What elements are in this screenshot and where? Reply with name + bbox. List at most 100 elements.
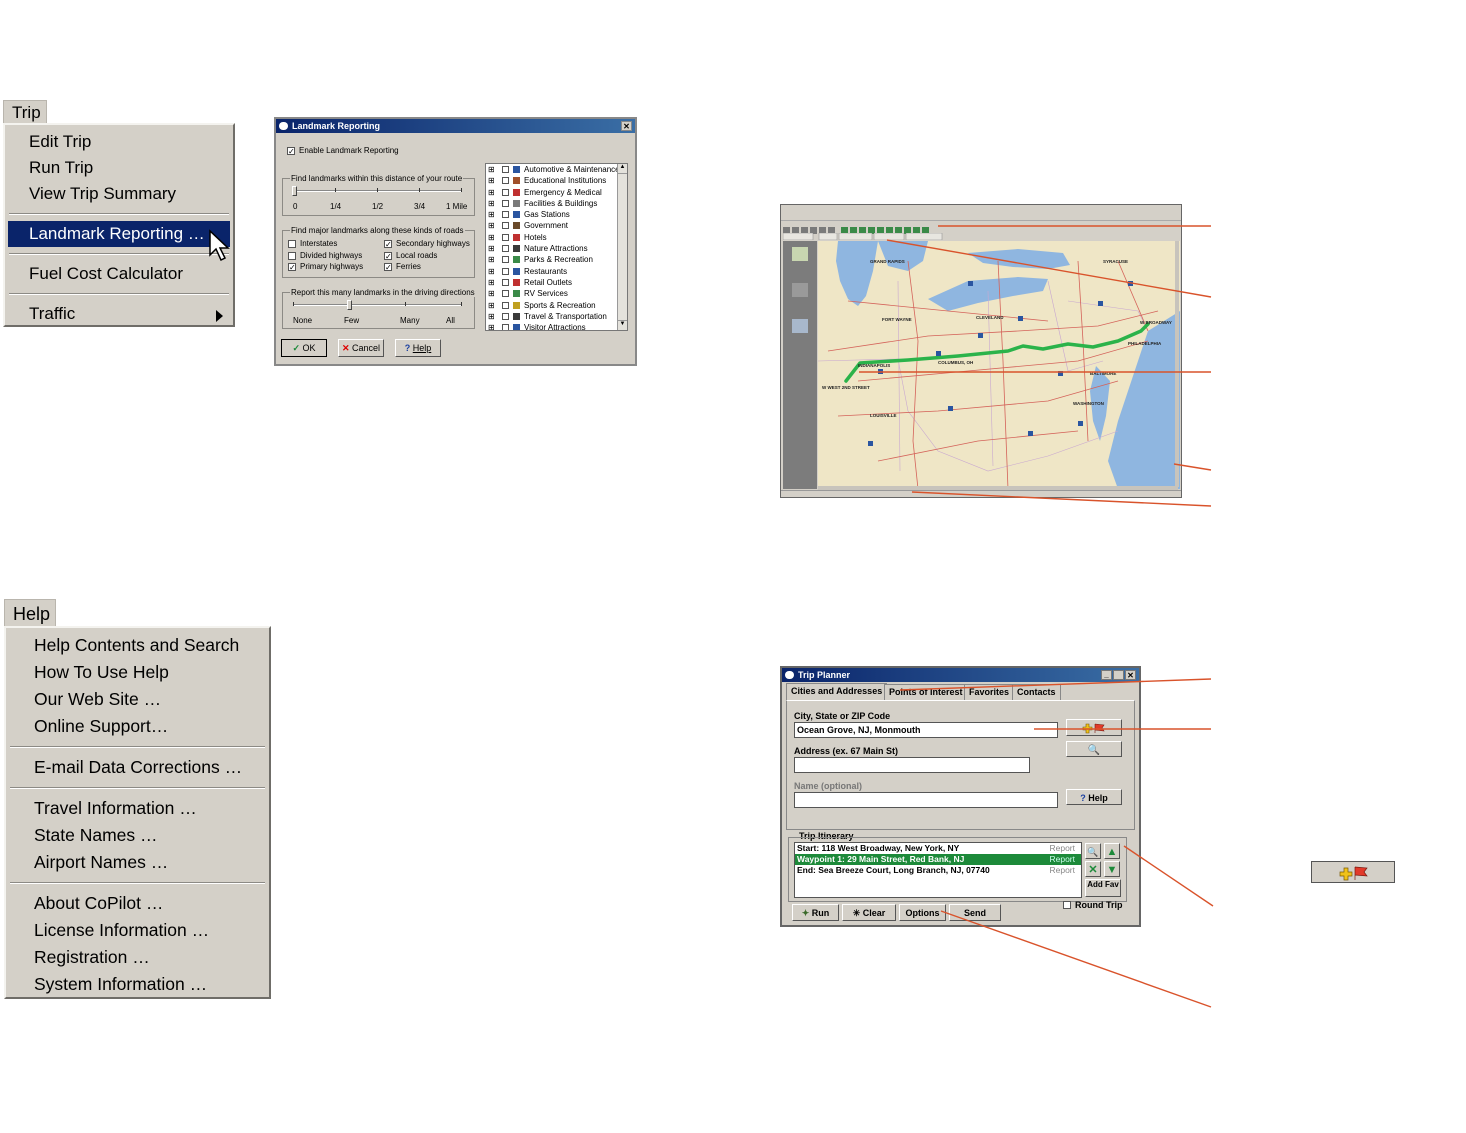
address-input[interactable] bbox=[794, 757, 1030, 773]
category-checkbox[interactable] bbox=[502, 245, 509, 253]
menu-item-license-information[interactable]: License Information … bbox=[6, 917, 269, 944]
list-item[interactable]: ⊞ Automotive & Maintenance bbox=[486, 164, 627, 175]
tab-contacts[interactable]: Contacts bbox=[1012, 684, 1061, 700]
map-tab-strip[interactable] bbox=[782, 232, 943, 241]
menu-item-landmark-reporting[interactable]: Landmark Reporting … bbox=[8, 221, 230, 247]
menu-item-help-contents[interactable]: Help Contents and Search bbox=[6, 632, 269, 659]
zoom-stop-button[interactable]: 🔍 bbox=[1085, 843, 1101, 859]
menu-item-traffic[interactable]: Traffic bbox=[5, 301, 233, 327]
menu-item-travel-information[interactable]: Travel Information … bbox=[6, 795, 269, 822]
category-checkbox[interactable] bbox=[502, 211, 509, 219]
search-button[interactable]: 🔍 bbox=[1066, 741, 1122, 757]
itinerary-row[interactable]: Start: 118 West Broadway, New York, NY Re… bbox=[795, 843, 1081, 854]
minimize-icon[interactable]: _ bbox=[1101, 670, 1112, 680]
menu-item-registration[interactable]: Registration … bbox=[6, 944, 269, 971]
maximize-icon[interactable] bbox=[1113, 670, 1124, 680]
delete-stop-button[interactable]: ✕ bbox=[1085, 861, 1101, 877]
trip-menu-title[interactable]: Trip bbox=[3, 100, 47, 124]
menu-item-system-information[interactable]: System Information … bbox=[6, 971, 269, 998]
report-link[interactable]: Report bbox=[1049, 865, 1075, 876]
menu-item-how-to-use-help[interactable]: How To Use Help bbox=[6, 659, 269, 686]
road-type-checkbox[interactable] bbox=[288, 251, 296, 260]
enable-landmark-checkbox[interactable]: ✓ bbox=[287, 147, 295, 156]
list-item[interactable]: ⊞ Hotels bbox=[486, 232, 627, 243]
gps-icon[interactable] bbox=[792, 283, 808, 297]
menu-item-airport-names[interactable]: Airport Names … bbox=[6, 849, 269, 876]
list-scrollbar[interactable]: ▲ ▼ bbox=[617, 164, 627, 330]
itinerary-row[interactable]: End: Sea Breeze Court, Long Branch, NJ, … bbox=[795, 865, 1081, 876]
list-item[interactable]: ⊞ Facilities & Buildings bbox=[486, 198, 627, 209]
list-item[interactable]: ⊞ RV Services bbox=[486, 288, 627, 299]
send-button[interactable]: Send bbox=[949, 904, 1001, 921]
help-menu-title[interactable]: Help bbox=[4, 599, 56, 627]
category-checkbox[interactable] bbox=[502, 177, 509, 185]
add-favorite-button[interactable]: Add Fav bbox=[1085, 879, 1121, 897]
itinerary-row[interactable]: Waypoint 1: 29 Main Street, Red Bank, NJ… bbox=[795, 854, 1081, 865]
expand-plus-icon[interactable]: ⊞ bbox=[488, 322, 495, 330]
map-canvas[interactable]: GRAND RAPIDS CLEVELAND FORT WAYNE INDIAN… bbox=[818, 241, 1180, 489]
expand-plus-icon[interactable]: ⊞ bbox=[488, 175, 495, 186]
expand-plus-icon[interactable]: ⊞ bbox=[488, 300, 495, 311]
menu-item-email-data-corrections[interactable]: E-mail Data Corrections … bbox=[6, 754, 269, 781]
category-checkbox[interactable] bbox=[502, 324, 509, 330]
category-checkbox[interactable] bbox=[502, 290, 509, 298]
move-down-button[interactable]: ▼ bbox=[1104, 861, 1120, 877]
expand-plus-icon[interactable]: ⊞ bbox=[488, 277, 495, 288]
list-item[interactable]: ⊞ Visitor Attractions bbox=[486, 322, 627, 330]
road-type-checkbox[interactable] bbox=[288, 240, 296, 248]
city-input[interactable]: Ocean Grove, NJ, Monmouth bbox=[794, 722, 1058, 738]
add-to-trip-button[interactable] bbox=[1066, 719, 1122, 736]
map-tabs[interactable] bbox=[782, 232, 943, 241]
list-item[interactable]: ⊞ Emergency & Medical bbox=[486, 187, 627, 198]
category-checkbox[interactable] bbox=[502, 188, 509, 196]
road-type-checkbox[interactable]: ✓ bbox=[288, 263, 296, 272]
road-type-checkbox[interactable]: ✓ bbox=[384, 251, 392, 260]
list-item[interactable]: ⊞ Sports & Recreation bbox=[486, 300, 627, 311]
list-item[interactable]: ⊞ Travel & Transportation bbox=[486, 311, 627, 322]
menu-item-view-trip-summary[interactable]: View Trip Summary bbox=[5, 181, 233, 207]
run-button[interactable]: ✦ Run bbox=[792, 904, 839, 921]
menu-item-fuel-cost-calculator[interactable]: Fuel Cost Calculator bbox=[5, 261, 233, 287]
itinerary-list[interactable]: Start: 118 West Broadway, New York, NY Re… bbox=[794, 842, 1082, 898]
category-checkbox[interactable] bbox=[502, 222, 509, 230]
expand-plus-icon[interactable]: ⊞ bbox=[488, 209, 495, 220]
tab-points-of-interest[interactable]: Points of Interest bbox=[884, 684, 968, 700]
expand-plus-icon[interactable]: ⊞ bbox=[488, 266, 495, 277]
road-type-checkbox[interactable]: ✓ bbox=[384, 240, 392, 249]
expand-plus-icon[interactable]: ⊞ bbox=[488, 232, 495, 243]
expand-plus-icon[interactable]: ⊞ bbox=[488, 254, 495, 265]
menu-item-about-copilot[interactable]: About CoPilot … bbox=[6, 890, 269, 917]
list-item[interactable]: ⊞ Nature Attractions bbox=[486, 243, 627, 254]
menu-item-run-trip[interactable]: Run Trip bbox=[5, 155, 233, 181]
ok-button[interactable]: ✓ OK bbox=[281, 339, 327, 357]
expand-plus-icon[interactable]: ⊞ bbox=[488, 220, 495, 231]
help-button[interactable]: ? Help bbox=[1066, 789, 1122, 805]
round-trip-checkbox[interactable] bbox=[1063, 901, 1071, 909]
distance-slider[interactable] bbox=[294, 190, 462, 192]
expand-plus-icon[interactable]: ⊞ bbox=[488, 198, 495, 209]
name-input[interactable] bbox=[794, 792, 1058, 808]
list-item[interactable]: ⊞ Educational Institutions bbox=[486, 175, 627, 186]
list-item[interactable]: ⊞ Restaurants bbox=[486, 266, 627, 277]
menu-item-online-support[interactable]: Online Support… bbox=[6, 713, 269, 740]
directions-icon[interactable] bbox=[792, 319, 808, 333]
list-item[interactable]: ⊞ Gas Stations bbox=[486, 209, 627, 220]
expand-plus-icon[interactable]: ⊞ bbox=[488, 243, 495, 254]
help-button[interactable]: ? Help bbox=[395, 339, 441, 357]
expand-plus-icon[interactable]: ⊞ bbox=[488, 288, 495, 299]
menu-item-our-web-site[interactable]: Our Web Site … bbox=[6, 686, 269, 713]
expand-plus-icon[interactable]: ⊞ bbox=[488, 164, 495, 175]
list-item[interactable]: ⊞ Government bbox=[486, 220, 627, 231]
map-menubar[interactable] bbox=[781, 213, 1181, 221]
map-toolbar[interactable] bbox=[783, 222, 933, 234]
category-checkbox[interactable] bbox=[502, 301, 509, 309]
tab-cities-and-addresses[interactable]: Cities and Addresses bbox=[786, 683, 888, 701]
close-icon[interactable]: ✕ bbox=[621, 121, 632, 131]
expand-plus-icon[interactable]: ⊞ bbox=[488, 187, 495, 198]
report-link[interactable]: Report bbox=[1049, 854, 1075, 865]
road-type-checkbox[interactable]: ✓ bbox=[384, 263, 392, 272]
category-checkbox[interactable] bbox=[502, 267, 509, 275]
scroll-down-icon[interactable]: ▼ bbox=[618, 320, 627, 330]
category-checkbox[interactable] bbox=[502, 312, 509, 320]
close-icon[interactable]: ✕ bbox=[1125, 670, 1136, 680]
